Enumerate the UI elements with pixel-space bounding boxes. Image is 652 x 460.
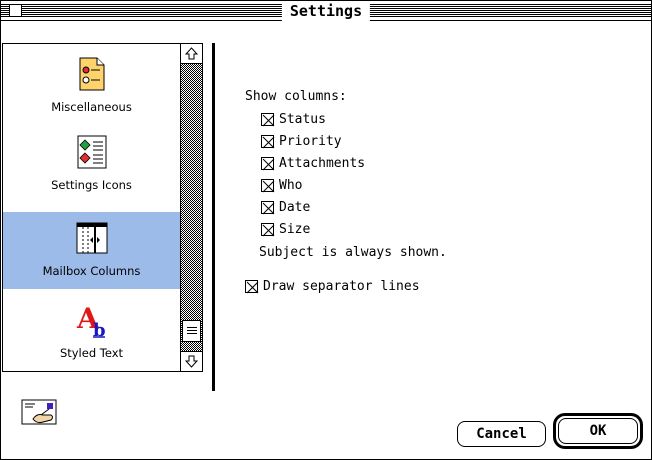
status-label: Status xyxy=(279,111,326,127)
sidebar-item-label: Settings Icons xyxy=(51,178,132,192)
scroll-thumb[interactable] xyxy=(182,320,201,342)
sidebar-item-label: Mailbox Columns xyxy=(42,264,141,278)
svg-text:b: b xyxy=(93,320,106,338)
priority-checkbox-row[interactable]: Priority xyxy=(261,132,342,150)
separator-checkbox-row[interactable]: Draw separator lines xyxy=(245,279,420,294)
who-label: Who xyxy=(279,177,303,193)
sidebar-item-settings-icons[interactable]: Settings Icons xyxy=(3,126,180,203)
date-checkbox[interactable] xyxy=(261,200,275,214)
attachments-checkbox[interactable] xyxy=(261,156,275,170)
settings-window: Settings Miscellaneous Settings Icons Ma… xyxy=(0,0,652,460)
who-checkbox[interactable] xyxy=(261,178,275,192)
sidebar-item-miscellaneous[interactable]: Miscellaneous xyxy=(3,48,180,125)
subject-note: Subject is always shown. xyxy=(259,245,447,260)
ok-button[interactable]: OK xyxy=(558,418,638,444)
cancel-button[interactable]: Cancel xyxy=(457,421,546,447)
sidebar-item-label: Miscellaneous xyxy=(51,100,132,114)
settings-category-list: Miscellaneous Settings Icons Mailbox Col… xyxy=(2,43,203,372)
show-columns-heading: Show columns: xyxy=(245,89,347,104)
who-checkbox-row[interactable]: Who xyxy=(261,176,302,194)
arrow-up-icon xyxy=(185,47,198,60)
size-label: Size xyxy=(279,221,311,237)
attachments-label: Attachments xyxy=(279,155,366,171)
date-label: Date xyxy=(279,199,311,215)
miscellaneous-icon xyxy=(79,57,104,91)
draw-separator-lines-checkbox[interactable] xyxy=(245,280,259,294)
mailbox-columns-icon xyxy=(76,222,107,254)
scroll-up-button[interactable] xyxy=(181,44,202,64)
list-scrollbar[interactable] xyxy=(180,44,202,371)
sidebar-item-mailbox-columns[interactable]: Mailbox Columns xyxy=(3,212,180,289)
mail-stamp-icon xyxy=(21,399,57,425)
title-bar[interactable]: Settings xyxy=(1,1,651,21)
draw-separator-lines-label: Draw separator lines xyxy=(263,279,420,294)
close-box[interactable] xyxy=(9,4,22,17)
size-checkbox[interactable] xyxy=(261,222,275,236)
date-checkbox-row[interactable]: Date xyxy=(261,198,310,216)
attachments-checkbox-row[interactable]: Attachments xyxy=(261,154,365,172)
arrow-down-icon xyxy=(185,355,198,368)
settings-icons-icon xyxy=(77,135,106,169)
sidebar-item-label: Styled Text xyxy=(59,346,124,360)
styled-text-icon: A b xyxy=(76,302,106,338)
scroll-down-button[interactable] xyxy=(181,351,202,371)
priority-label: Priority xyxy=(279,133,342,149)
sidebar-item-styled-text[interactable]: A b Styled Text xyxy=(3,294,180,371)
status-checkbox[interactable] xyxy=(261,112,275,126)
pane-divider xyxy=(212,43,215,391)
status-checkbox-row[interactable]: Status xyxy=(261,110,326,128)
priority-checkbox[interactable] xyxy=(261,134,275,148)
window-title: Settings xyxy=(281,1,371,21)
size-checkbox-row[interactable]: Size xyxy=(261,220,310,238)
